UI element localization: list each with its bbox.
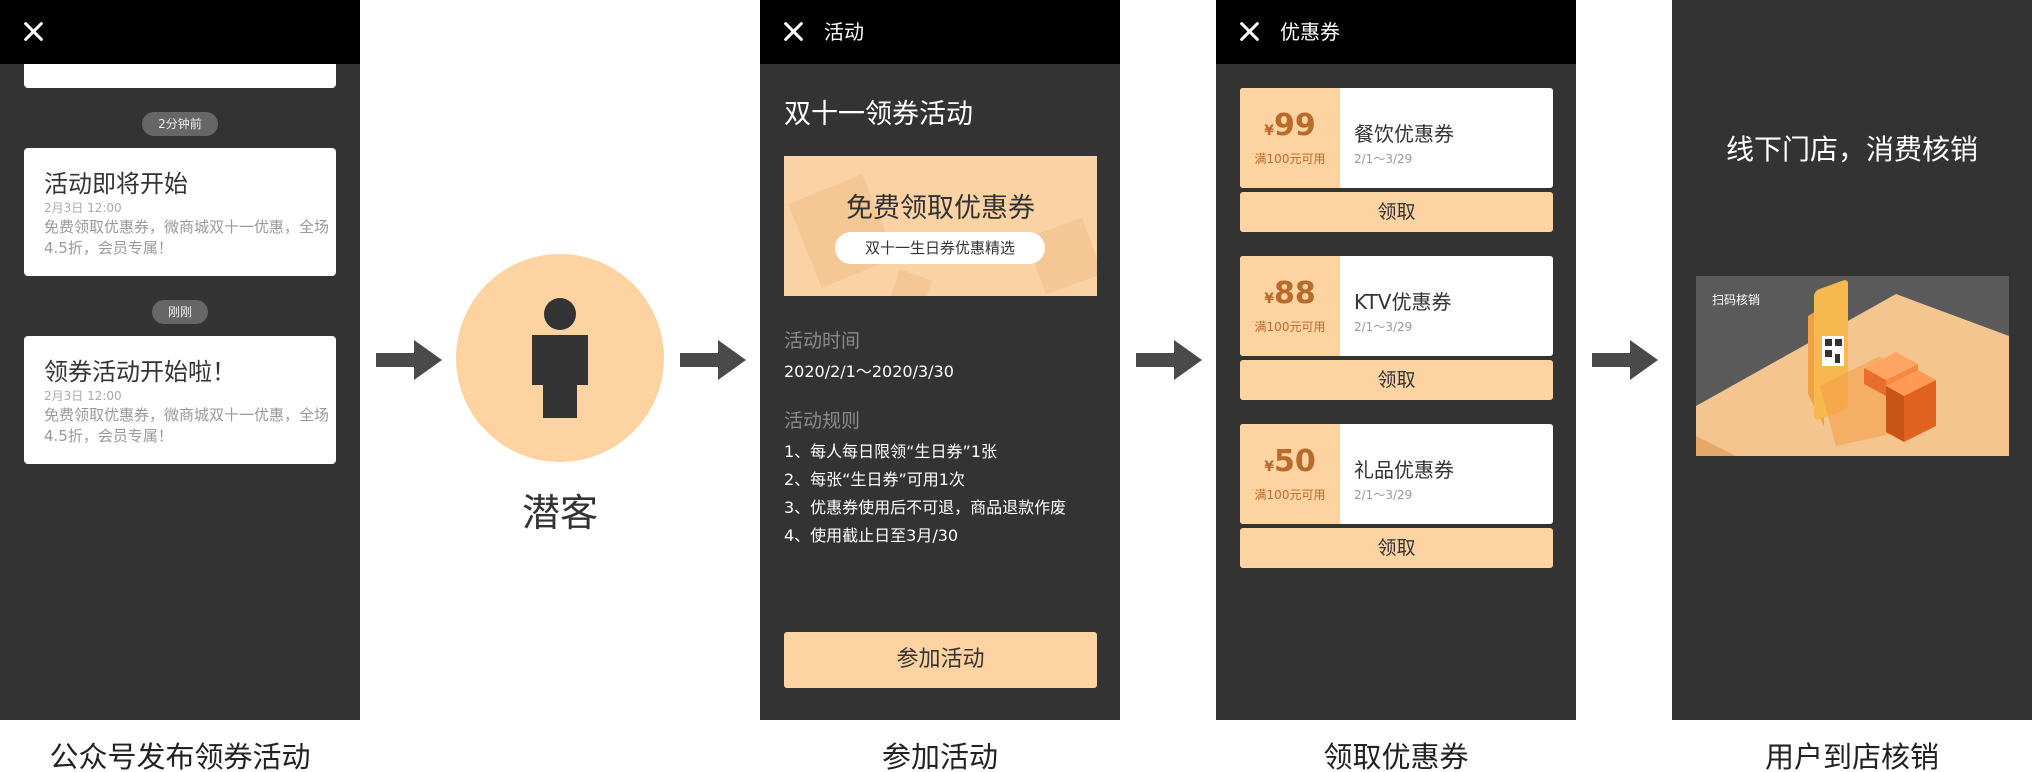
rules-label: 活动规则 — [784, 410, 861, 432]
step-caption: 公众号发布领券活动 — [49, 740, 311, 772]
step-caption: 参加活动 — [881, 740, 998, 772]
time-label: 活动时间 — [784, 330, 861, 352]
notification-phone: 2分钟前 活动即将开始 2月3日 12:00 免费领取优惠券，微商城双十一优惠，… — [0, 0, 360, 720]
coupon-name: KTV优惠券 — [1354, 290, 1452, 314]
coupon-amount: ¥88 — [1264, 276, 1316, 311]
activity-phone: 活动 双十一领券活动 免费领取优惠券 双十一生日券优惠精选 活动时间 2020/… — [760, 0, 1120, 720]
banner-subtitle: 双十一生日券优惠精选 — [835, 232, 1045, 264]
person-icon-body — [532, 335, 588, 385]
time-badge: 刚刚 — [152, 300, 208, 324]
message-body: 免费领取优惠券，微商城双十一优惠，全场4.5折，会员专属！ — [44, 218, 330, 257]
coupon-date: 2/1～3/29 — [1354, 488, 1413, 502]
join-activity-button[interactable]: 参加活动 — [784, 632, 1097, 688]
top-bar — [0, 0, 360, 64]
flow-arrow-icon — [376, 340, 442, 380]
message-card[interactable]: 活动即将开始 2月3日 12:00 免费领取优惠券，微商城双十一优惠，全场4.5… — [24, 148, 336, 276]
close-icon[interactable] — [1238, 20, 1260, 42]
message-time: 2月3日 12:00 — [44, 389, 122, 403]
flow-arrow-icon — [1136, 340, 1202, 380]
time-badge: 2分钟前 — [142, 112, 218, 136]
person-icon-legs — [543, 383, 577, 418]
coupon-banner: 免费领取优惠券 双十一生日券优惠精选 — [784, 156, 1097, 296]
message-title: 领券活动开始啦！ — [44, 358, 236, 386]
scan-illustration: 扫码核销 — [1696, 276, 2009, 456]
rule-item: 1、每人每日限领“生日券”1张 — [784, 442, 997, 461]
coupon-condition: 满100元可用 — [1254, 152, 1326, 166]
claim-button[interactable]: 领取 — [1240, 528, 1553, 568]
person-icon — [544, 298, 576, 330]
message-card[interactable]: 领券活动开始啦！ 2月3日 12:00 免费领取优惠券，微商城双十一优惠，全场4… — [24, 336, 336, 464]
rule-item: 2、每张“生日券”可用1次 — [784, 470, 965, 489]
redeem-phone: 线下门店，消费核销 扫码核销 — [1672, 0, 2032, 720]
redeem-title: 线下门店，消费核销 — [1725, 133, 1978, 166]
close-icon[interactable] — [22, 20, 44, 42]
coupon-name: 礼品优惠券 — [1354, 458, 1454, 482]
topbar-title: 活动 — [824, 20, 864, 44]
step-caption: 用户到店核销 — [1764, 740, 1939, 772]
coupon-value-area: ¥99 满100元可用 — [1240, 88, 1340, 188]
coupon-date: 2/1～3/29 — [1354, 320, 1413, 334]
top-bar: 优惠券 — [1216, 0, 1576, 64]
flow-arrow-icon — [1592, 340, 1658, 380]
topbar-title: 优惠券 — [1280, 20, 1340, 44]
coupon-name: 餐饮优惠券 — [1354, 122, 1454, 146]
coupon-value-area: ¥50 满100元可用 — [1240, 424, 1340, 524]
step-caption: 领取优惠券 — [1323, 740, 1469, 772]
claim-button[interactable]: 领取 — [1240, 360, 1553, 400]
flow-arrow-icon — [680, 340, 746, 380]
coupon-amount: ¥99 — [1264, 108, 1316, 143]
coupon-card: ¥88 满100元可用 KTV优惠券 2/1～3/29 — [1240, 256, 1553, 356]
prospect-label: 潜客 — [521, 491, 598, 535]
coupon-card: ¥99 满100元可用 餐饮优惠券 2/1～3/29 — [1240, 88, 1553, 188]
time-value: 2020/2/1～2020/3/30 — [784, 362, 954, 381]
coupon-amount: ¥50 — [1264, 444, 1316, 479]
scan-label: 扫码核销 — [1712, 293, 1761, 307]
coupon-date: 2/1～3/29 — [1354, 152, 1413, 166]
coupon-phone: 优惠券 ¥99 满100元可用 餐饮优惠券 2/1～3/29 领取 ¥88 满1… — [1216, 0, 1576, 720]
message-body: 免费领取优惠券，微商城双十一优惠，全场4.5折，会员专属！ — [44, 406, 330, 445]
rule-item: 4、使用截止日至3月/30 — [784, 526, 959, 545]
banner-title: 免费领取优惠券 — [846, 193, 1035, 224]
rule-item: 3、优惠券使用后不可退，商品退款作废 — [784, 498, 1067, 517]
coupon-condition: 满100元可用 — [1254, 320, 1326, 334]
coupon-value-area: ¥88 满100元可用 — [1240, 256, 1340, 356]
coupon-card: ¥50 满100元可用 礼品优惠券 2/1～3/29 — [1240, 424, 1553, 524]
message-time: 2月3日 12:00 — [44, 201, 122, 215]
message-title: 活动即将开始 — [44, 170, 188, 198]
activity-heading: 双十一领券活动 — [784, 99, 973, 130]
top-bar: 活动 — [760, 0, 1120, 64]
claim-button[interactable]: 领取 — [1240, 192, 1553, 232]
close-icon[interactable] — [782, 20, 804, 42]
coupon-condition: 满100元可用 — [1254, 488, 1326, 502]
